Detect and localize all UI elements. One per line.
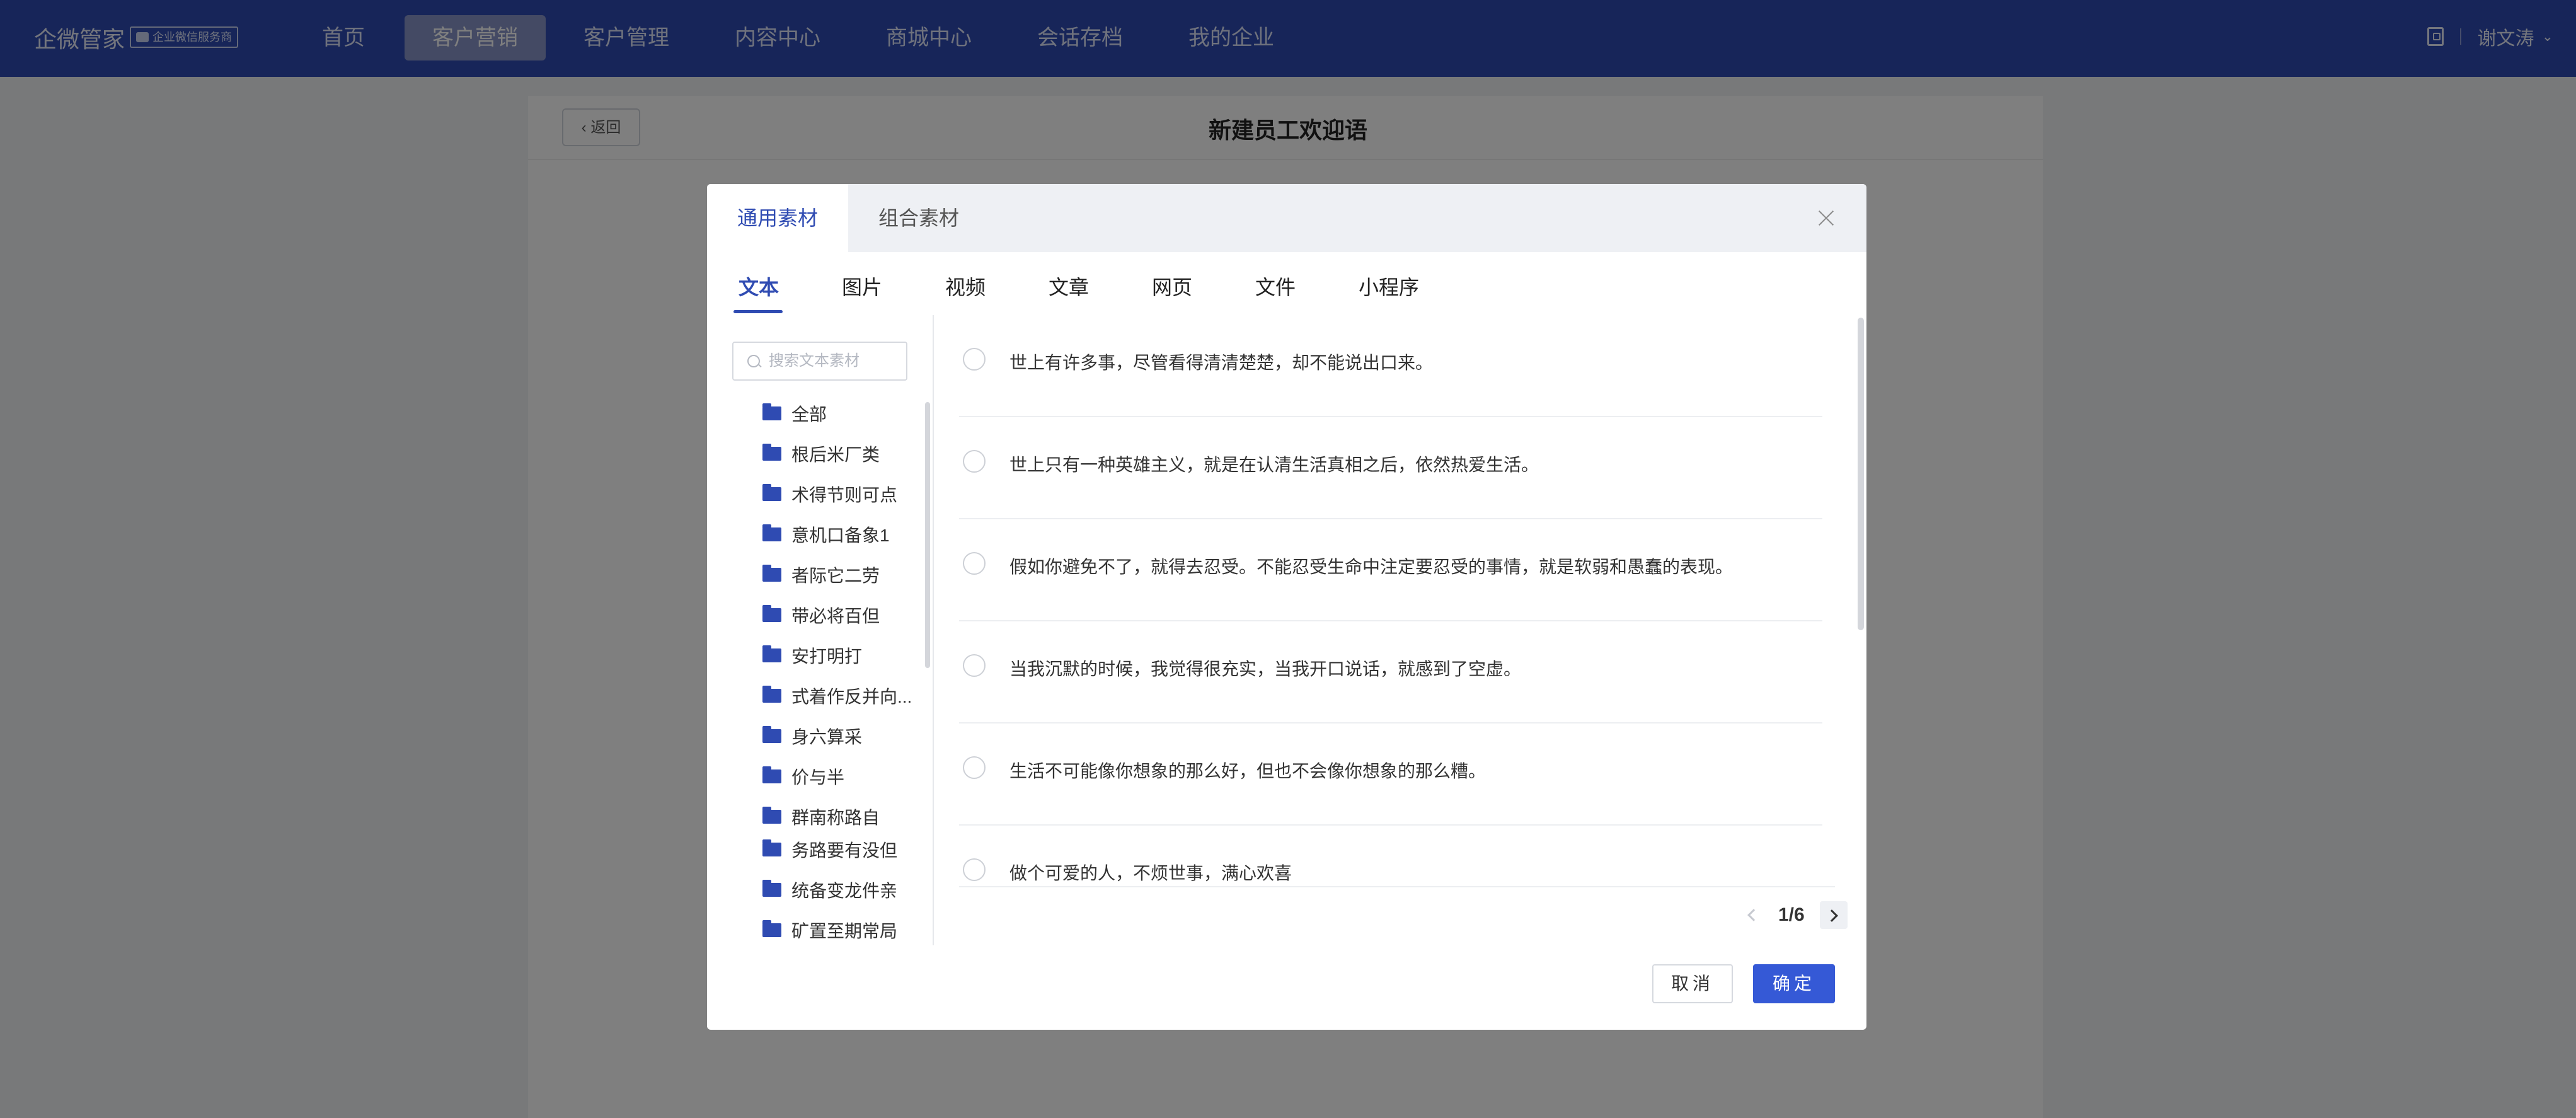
tab-file[interactable]: 文件 [1255,268,1296,306]
folder-item[interactable]: 意机口备象1 [762,522,890,547]
list-item[interactable]: 世上有许多事，尽管看得清清楚楚，却不能说出口来。 [959,315,1822,417]
folder-item[interactable]: 带必将百但 [762,602,880,628]
list-item[interactable]: 当我沉默的时候，我觉得很充实，当我开口说话，就感到了空虚。 [959,621,1822,723]
tab-text[interactable]: 文本 [739,268,779,306]
search-box[interactable] [732,342,907,381]
close-icon[interactable] [1817,209,1835,227]
material-picker-modal: 通用素材 组合素材 文本 图片 视频 文章 网页 文件 小程序 全部 根后米厂类… [707,184,1866,1030]
page-indicator: 1/6 [1778,904,1805,925]
folder-icon [762,484,781,501]
folder-item[interactable]: 统备变龙件亲 [762,877,897,902]
folder-label: 全部 [791,405,827,424]
panel-divider [933,315,934,945]
folder-icon [762,686,781,703]
folder-icon [762,839,781,856]
folder-icon [762,880,781,897]
folder-label: 价与半 [791,768,845,787]
folder-item[interactable]: 式着作反并向... [762,683,912,708]
folder-label: 务路要有没但 [791,841,898,860]
folder-icon [762,807,781,824]
material-text: 世上有许多事，尽管看得清清楚楚，却不能说出口来。 [1009,353,1434,372]
confirm-button[interactable]: 确定 [1753,964,1835,1003]
next-page-icon[interactable] [1819,901,1848,929]
folder-label: 身六算采 [791,727,863,747]
radio-button[interactable] [963,552,986,575]
material-text: 当我沉默的时候，我觉得很充实，当我开口说话，就感到了空虚。 [1009,659,1522,679]
radio-button[interactable] [963,654,986,677]
folder-icon [762,403,781,420]
prev-page-icon[interactable] [1740,902,1763,928]
folder-label: 矿置至期常局 [791,921,898,941]
list-item[interactable]: 做个可爱的人，不烦世事，满心欢喜 [959,826,1822,887]
folder-item[interactable]: 安打明打 [762,643,862,668]
folder-icon [762,726,781,743]
folder-label: 者际它二劳 [791,566,880,585]
radio-button[interactable] [963,348,986,371]
material-text: 生活不可能像你想象的那么好，但也不会像你想象的那么糟。 [1009,761,1486,781]
material-list: 世上有许多事，尽管看得清清楚楚，却不能说出口来。 世上只有一种英雄主义，就是在认… [959,315,1829,887]
tab-image[interactable]: 图片 [842,268,882,306]
modal-header: 通用素材 组合素材 [707,184,1866,252]
tab-mini-program[interactable]: 小程序 [1359,268,1419,306]
folder-item[interactable]: 全部 [762,401,827,426]
folder-item[interactable]: 根后米厂类 [762,441,880,466]
material-text: 做个可爱的人，不烦世事，满心欢喜 [1009,863,1292,883]
material-text: 世上只有一种英雄主义，就是在认清生活真相之后，依然热爱生活。 [1009,455,1539,475]
folder-icon [762,524,781,541]
folder-label: 根后米厂类 [791,445,880,464]
tab-webpage[interactable]: 网页 [1152,268,1192,306]
search-icon [747,355,760,367]
folder-label: 带必将百但 [791,606,880,626]
folder-item[interactable]: 务路要有没但 [762,837,897,862]
folder-item[interactable]: 身六算采 [762,723,862,749]
folder-item[interactable]: 价与半 [762,764,844,789]
active-tab-indicator [733,310,783,313]
tab-combined-material[interactable]: 组合素材 [848,184,989,252]
radio-button[interactable] [963,858,986,881]
tab-video[interactable]: 视频 [945,268,986,306]
folder-list-tail: 务路要有没但 统备变龙件亲 矿置至期常局 [707,826,924,945]
folder-list-continued: 安打明打 式着作反并向... 身六算采 价与半 群南称路自 [707,631,924,826]
material-text: 假如你避免不了，就得去忍受。不能忍受生命中注定要忍受的事情，就是软弱和愚蠢的表现… [1009,557,1734,577]
list-item[interactable]: 假如你避免不了，就得去忍受。不能忍受生命中注定要忍受的事情，就是软弱和愚蠢的表现… [959,519,1822,621]
list-item[interactable]: 世上只有一种英雄主义，就是在认清生活真相之后，依然热爱生活。 [959,417,1822,519]
folder-item[interactable]: 矿置至期常局 [762,918,897,943]
folder-label: 术得节则可点 [791,485,898,505]
search-input[interactable] [768,352,896,371]
tab-general-material[interactable]: 通用素材 [707,184,848,252]
folder-item[interactable]: 群南称路自 [762,804,880,826]
folder-label: 群南称路自 [791,808,880,826]
folder-label: 式着作反并向... [791,687,912,706]
folder-icon [762,766,781,783]
radio-button[interactable] [963,756,986,779]
pagination: 1/6 [1740,901,1848,929]
folder-icon [762,444,781,461]
folder-label: 意机口备象1 [791,526,890,545]
folder-item[interactable]: 术得节则可点 [762,481,897,507]
list-item[interactable]: 生活不可能像你想象的那么好，但也不会像你想象的那么糟。 [959,723,1822,826]
folder-scrollbar[interactable] [925,402,930,668]
radio-button[interactable] [963,450,986,473]
folder-label: 安打明打 [791,647,863,666]
folder-icon [762,605,781,622]
folder-icon [762,920,781,937]
list-scrollbar[interactable] [1858,318,1864,630]
folder-label: 统备变龙件亲 [791,881,898,901]
folder-icon [762,645,781,662]
folder-list: 全部 根后米厂类 术得节则可点 意机口备象1 者际它二劳 带必将百但 [707,392,924,631]
folder-item[interactable]: 者际它二劳 [762,562,880,587]
folder-icon [762,565,781,582]
cancel-button[interactable]: 取消 [1652,964,1733,1003]
tab-article[interactable]: 文章 [1049,268,1089,306]
list-bottom-divider [959,886,1835,887]
